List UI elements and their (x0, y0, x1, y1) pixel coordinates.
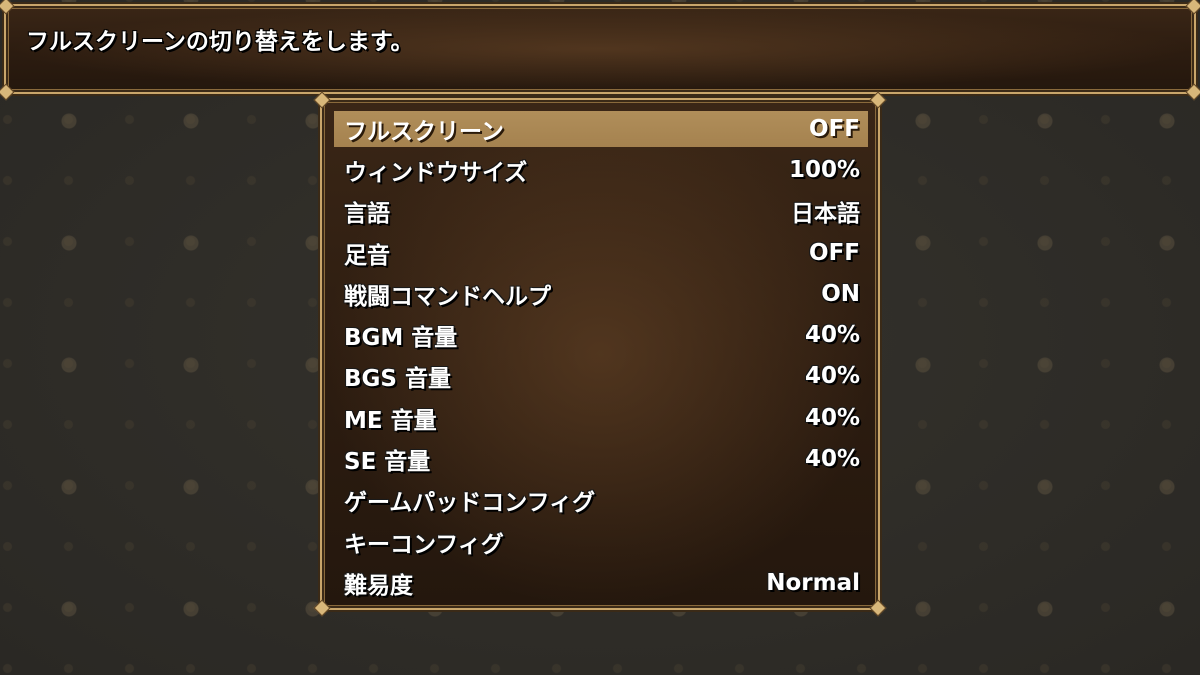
option-value: 40% (804, 363, 860, 390)
frame-ornament (1185, 83, 1200, 101)
option-value: ON (821, 280, 860, 307)
option-label: キーコンフィグ (344, 531, 504, 558)
option-label: 言語 (344, 201, 390, 228)
option-value: 100% (788, 156, 860, 183)
help-window: フルスクリーンの切り替えをします。 (0, 0, 1200, 101)
option-difficulty[interactable]: 難易度 Normal (334, 562, 868, 603)
option-se-volume[interactable]: SE 音量 40% (334, 438, 868, 479)
frame-ornament (1185, 0, 1200, 15)
option-value: 40% (804, 404, 860, 431)
help-text: フルスクリーンの切り替えをします。 (26, 29, 414, 55)
frame-ornament (313, 599, 331, 617)
option-label: ME 音量 (344, 407, 437, 434)
option-label: ウィンドウサイズ (344, 159, 528, 186)
option-value: Normal (766, 569, 860, 596)
options-list: フルスクリーン OFF ウィンドウサイズ 100% 言語 日本語 足音 OFF … (334, 108, 868, 604)
frame-ornament (313, 91, 331, 109)
option-value: 40% (804, 322, 860, 349)
option-bgs-volume[interactable]: BGS 音量 40% (334, 356, 868, 397)
option-fullscreen[interactable]: フルスクリーン OFF (334, 111, 868, 147)
option-window-size[interactable]: ウィンドウサイズ 100% (334, 149, 868, 190)
option-language[interactable]: 言語 日本語 (334, 191, 868, 232)
options-window: フルスクリーン OFF ウィンドウサイズ 100% 言語 日本語 足音 OFF … (313, 91, 887, 617)
option-label: 戦闘コマンドヘルプ (344, 283, 551, 310)
option-label: 足音 (344, 242, 390, 269)
option-footsteps[interactable]: 足音 OFF (334, 232, 868, 273)
frame-ornament (0, 83, 15, 101)
option-value: 日本語 (791, 201, 860, 228)
frame-ornament (869, 599, 887, 617)
option-label: ゲームパッドコンフィグ (344, 490, 596, 517)
option-value: 40% (804, 446, 860, 473)
option-bgm-volume[interactable]: BGM 音量 40% (334, 314, 868, 355)
option-label: 難易度 (344, 572, 413, 599)
option-key-config[interactable]: キーコンフィグ (334, 521, 868, 562)
option-label: SE 音量 (344, 449, 431, 476)
option-gamepad-config[interactable]: ゲームパッドコンフィグ (334, 480, 868, 521)
option-label: BGM 音量 (344, 325, 458, 352)
frame-ornament (869, 91, 887, 109)
option-value: OFF (809, 239, 860, 266)
option-label: BGS 音量 (344, 366, 451, 393)
option-me-volume[interactable]: ME 音量 40% (334, 397, 868, 438)
frame-ornament (0, 0, 15, 15)
option-battle-command-help[interactable]: 戦闘コマンドヘルプ ON (334, 273, 868, 314)
option-value: OFF (809, 116, 860, 142)
option-label: フルスクリーン (344, 119, 504, 145)
